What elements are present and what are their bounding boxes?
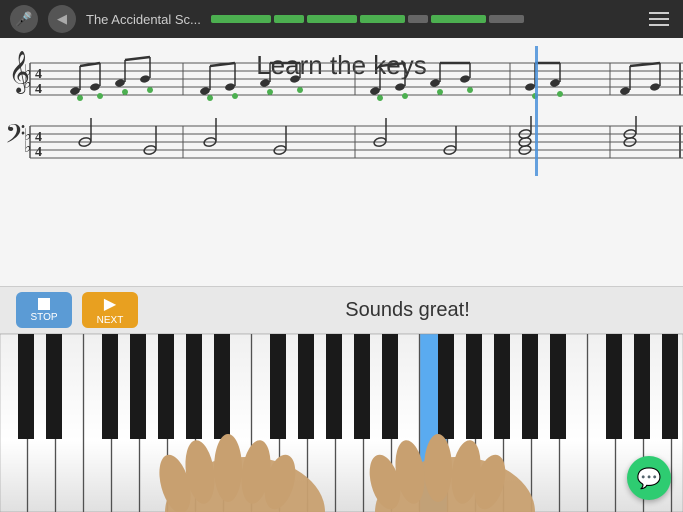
next-button[interactable]: ▶ NEXT [82, 292, 138, 328]
svg-text:4: 4 [35, 82, 42, 97]
svg-text:♭: ♭ [24, 139, 32, 156]
progress-segment [408, 15, 428, 23]
next-icon: ▶ [104, 294, 116, 314]
mic-icon: 🎤 [15, 11, 32, 28]
back-icon: ◀ [57, 11, 67, 27]
top-bar: 🎤 ◀ The Accidental Sc... [0, 0, 683, 38]
piano-keyboard [0, 334, 683, 512]
menu-icon [649, 18, 669, 20]
progress-segment [431, 15, 486, 23]
progress-segment [211, 15, 271, 23]
back-button[interactable]: ◀ [48, 5, 76, 33]
sheet-music: 𝄞 𝄢 4 4 4 4 [0, 38, 683, 183]
mic-button[interactable]: 🎤 [10, 5, 38, 33]
chat-button[interactable]: 💬 [627, 456, 671, 500]
progress-segment [274, 15, 304, 23]
svg-text:𝄢: 𝄢 [5, 119, 26, 155]
progress-segment [360, 15, 405, 23]
next-label: NEXT [97, 315, 124, 326]
piano-section: 💬 [0, 334, 683, 512]
stop-button[interactable]: STOP [16, 292, 72, 328]
stop-icon [38, 298, 50, 310]
svg-text:♭: ♭ [24, 75, 32, 92]
progress-segment [307, 15, 357, 23]
stop-label: STOP [30, 312, 57, 323]
progress-bar [211, 13, 635, 25]
menu-button[interactable] [645, 5, 673, 33]
controls-bar: STOP ▶ NEXT Sounds great! [0, 286, 683, 334]
black-key[interactable] [18, 334, 34, 439]
svg-text:4: 4 [35, 145, 42, 160]
song-title: The Accidental Sc... [86, 12, 201, 27]
svg-text:4: 4 [35, 130, 42, 145]
menu-icon [649, 12, 669, 14]
menu-icon [649, 24, 669, 26]
progress-segment [489, 15, 524, 23]
chat-icon: 💬 [637, 466, 662, 491]
status-text: Sounds great! [148, 299, 667, 322]
sheet-section: Learn the keys 𝄞 𝄢 4 4 4 [0, 38, 683, 286]
svg-text:4: 4 [35, 67, 42, 82]
